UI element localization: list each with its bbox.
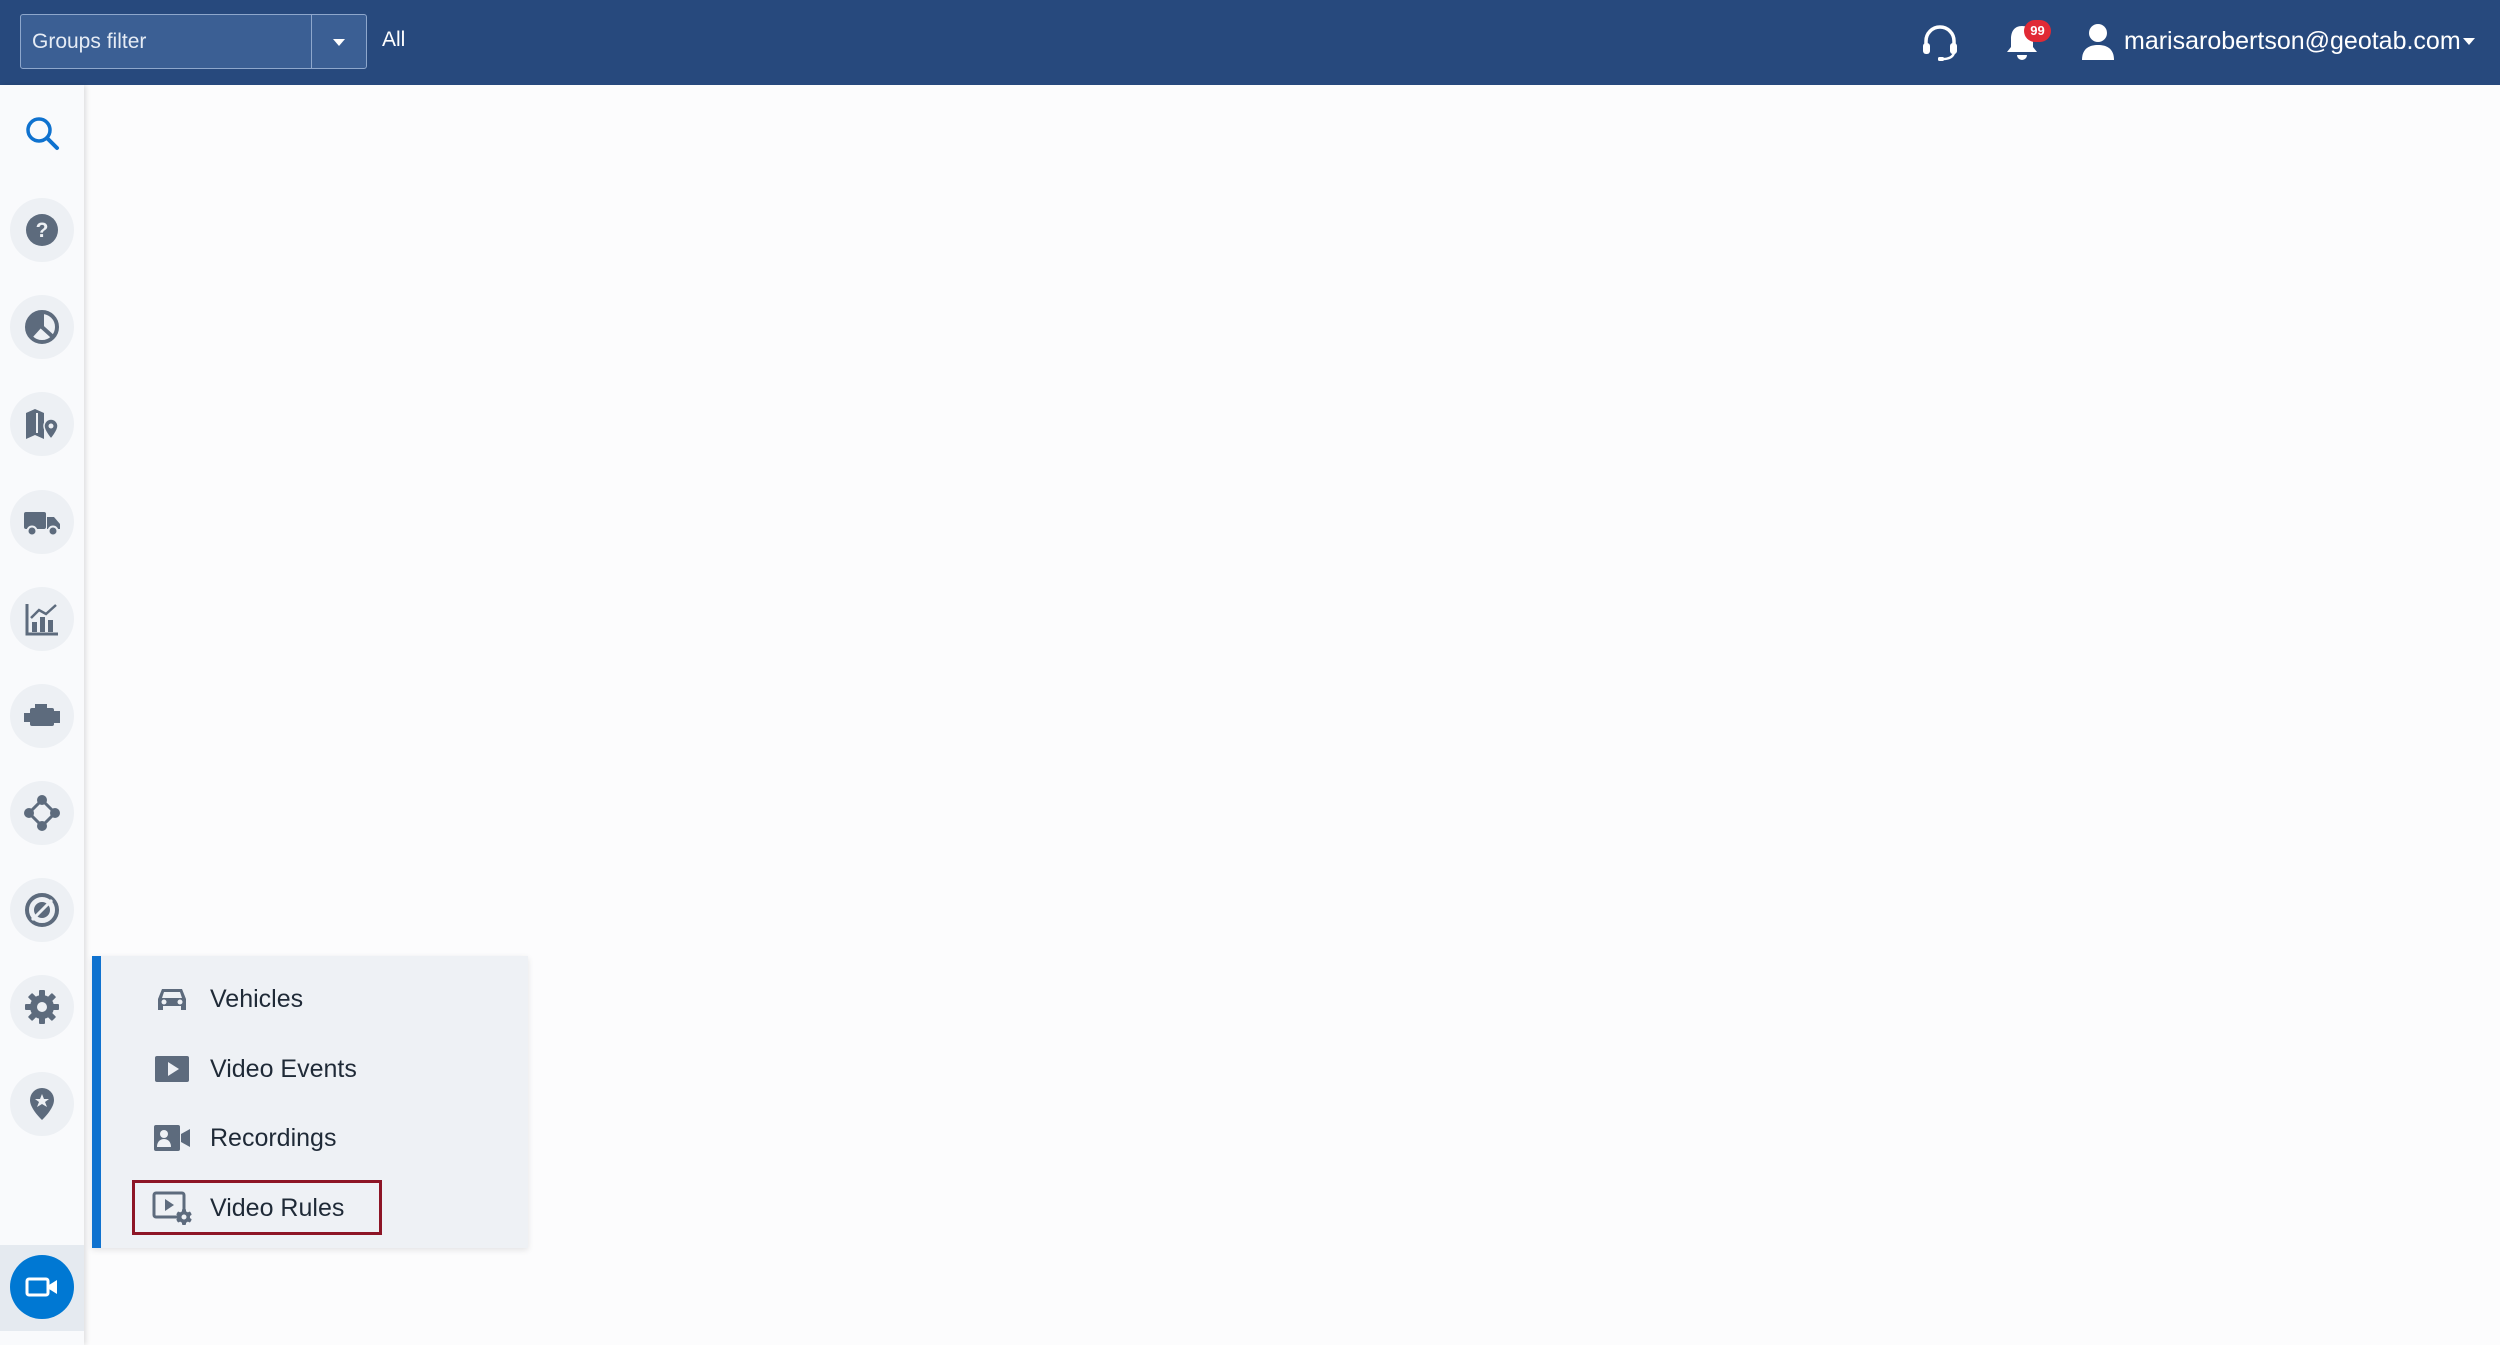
video-camera-icon bbox=[25, 1277, 57, 1297]
user-menu-caret-icon[interactable] bbox=[2462, 36, 2476, 46]
caret-down-icon bbox=[333, 38, 345, 46]
submenu-item-recordings[interactable]: Recordings bbox=[152, 1110, 336, 1166]
submenu-item-label: Vehicles bbox=[210, 984, 304, 1013]
rail-dashboard-button[interactable] bbox=[10, 295, 74, 359]
dashboard-pie-icon bbox=[25, 310, 59, 344]
svg-text:?: ? bbox=[36, 219, 49, 242]
groups-filter-value: All bbox=[382, 28, 406, 51]
rules-icon bbox=[25, 893, 59, 927]
top-bar: All 99 marisarobertson@geotab.com bbox=[0, 0, 2500, 85]
network-icon bbox=[24, 795, 60, 831]
location-pin-icon bbox=[30, 1088, 54, 1120]
submenu-item-label: Recordings bbox=[210, 1123, 337, 1152]
map-icon bbox=[26, 409, 59, 441]
gear-icon bbox=[25, 990, 59, 1024]
rail-vehicles-button[interactable] bbox=[10, 490, 74, 554]
rail-engine-button[interactable] bbox=[10, 684, 74, 748]
rail-search-button[interactable] bbox=[10, 101, 74, 165]
car-icon bbox=[152, 979, 192, 1019]
submenu-item-vehicles[interactable]: Vehicles bbox=[152, 971, 303, 1027]
chart-icon bbox=[25, 604, 58, 636]
truck-icon bbox=[24, 512, 60, 537]
user-icon[interactable] bbox=[2076, 20, 2120, 64]
play-icon bbox=[152, 1049, 192, 1089]
headset-icon[interactable] bbox=[1918, 20, 1962, 64]
submenu-accent-bar bbox=[92, 956, 101, 1248]
submenu-item-label: Video Events bbox=[210, 1054, 357, 1083]
rail-video-button[interactable] bbox=[10, 1255, 74, 1319]
rail-map-button[interactable] bbox=[10, 392, 74, 456]
submenu-item-video-events[interactable]: Video Events bbox=[152, 1041, 357, 1097]
rail-rules-button[interactable] bbox=[10, 878, 74, 942]
notification-badge: 99 bbox=[2024, 20, 2051, 42]
engine-icon bbox=[24, 704, 60, 726]
rail-zones-button[interactable] bbox=[10, 1072, 74, 1136]
recordings-icon bbox=[152, 1118, 192, 1158]
groups-filter[interactable] bbox=[20, 14, 367, 69]
rail-reports-button[interactable] bbox=[10, 587, 74, 651]
rail-settings-button[interactable] bbox=[10, 975, 74, 1039]
video-rules-highlight-box bbox=[132, 1180, 382, 1235]
groups-filter-input[interactable] bbox=[21, 15, 311, 68]
user-email[interactable]: marisarobertson@geotab.com bbox=[2124, 27, 2461, 56]
rail-help-button[interactable]: ? bbox=[10, 198, 74, 262]
groups-filter-dropdown-button[interactable] bbox=[311, 15, 366, 68]
search-icon bbox=[26, 117, 59, 150]
left-nav-rail: ? bbox=[0, 85, 84, 1345]
rail-network-button[interactable] bbox=[10, 781, 74, 845]
help-icon: ? bbox=[26, 214, 58, 246]
